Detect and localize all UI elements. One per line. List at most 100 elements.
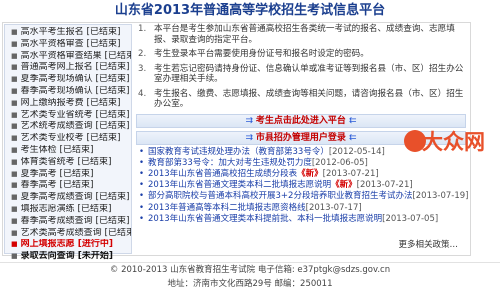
bullet-icon: • xyxy=(139,146,145,157)
square-bullet-icon: ■ xyxy=(11,110,18,119)
square-bullet-icon: ■ xyxy=(11,193,18,202)
square-bullet-icon: ■ xyxy=(11,181,18,190)
sidebar-item-label: 艺术类专业省统考 [已结束] xyxy=(20,109,130,120)
page-title: 山东省2013年普通高等学校招生考试信息平台 xyxy=(114,3,386,18)
sidebar-item[interactable]: ■ 填报志愿演练 [已结束] xyxy=(5,204,131,216)
note-text: 本平台是考生参加山东省普通高校招生各类统一考试的报名、成绩查询、志愿填报、录取查… xyxy=(154,24,455,45)
sidebar-item-label: 春季高考现场确认 [已结束] xyxy=(20,85,130,96)
note-item: 4. 考生报名、缴费、志愿填报、成绩查询等相关问题，请咨询报名县（市、区）招生办公… xyxy=(136,89,466,110)
bullet-icon: • xyxy=(139,191,145,202)
sidebar-item[interactable]: ■ 普通高考网上报名 [已结束] xyxy=(5,62,131,74)
square-bullet-icon: ■ xyxy=(11,98,18,107)
sidebar-item[interactable]: ■ 夏季高考成绩查询 [已结束] xyxy=(5,192,131,204)
note-number: 4. xyxy=(138,88,147,99)
note-item: 1. 本平台是考生参加山东省普通高校招生各类统一考试的报名、成绩查询、志愿填报、录… xyxy=(136,24,466,45)
note-number: 2. xyxy=(138,49,147,59)
news-date: [2012-05-14] xyxy=(328,146,385,157)
square-bullet-icon: ■ xyxy=(11,169,18,178)
sidebar-item-label: 夏季高考现场确认 [已结束] xyxy=(20,74,130,85)
note-text: 考生若忘记密码请持身份证、信息确认单或准考证等到报名县（市、区）招生办公室办理相… xyxy=(154,63,464,85)
news-item[interactable]: • 2013年山东省普通文理类本科提前批、本科一批填报志愿说明[2013-07-0… xyxy=(136,214,466,225)
sidebar-item-label: 高水平资格审查 [已结束] xyxy=(20,38,121,49)
sidebar-item[interactable]: ■ 网上填报志愿 [进行中] xyxy=(5,239,131,251)
note-text: 考生登录本平台需要使用身份证号和报名时设定的密码。 xyxy=(154,49,369,59)
sidebar-item[interactable]: ■ 网上缴纳报考费 [已结束] xyxy=(5,98,131,110)
news-item[interactable]: • 2013年普通高等本科二批填报志愿资格线[2013-07-17] xyxy=(136,203,466,214)
news-title: 2013年山东省普通文理类本科提前批、本科一批填报志愿说明 xyxy=(148,213,383,224)
notes-list: 1. 本平台是考生参加山东省普通高校招生各类统一考试的报名、成绩查询、志愿填报、录… xyxy=(136,24,466,110)
sidebar-item-label: 录取去向查询 [未开始] xyxy=(20,251,113,262)
sidebar-item-label: 夏季高考 [已结束] xyxy=(20,168,94,179)
sidebar-item-label: 网上填报志愿 [进行中] xyxy=(20,239,113,250)
admin-entry-label: 市县招办管理用户登录 xyxy=(255,132,346,143)
sidebar-item[interactable]: ■ 艺术类专业省统考 [已结束] xyxy=(5,110,131,122)
news-title: 2013年普通高等本科二批填报志愿资格线 xyxy=(148,202,306,213)
new-badge: 《新》 xyxy=(297,168,323,179)
sidebar-item[interactable]: ■ 高水平资格审查结果 [已结束] xyxy=(5,51,131,63)
sidebar-item[interactable]: ■ 夏季高考 [已结束] xyxy=(5,169,131,181)
news-date: [2013-07-17] xyxy=(305,202,362,213)
square-bullet-icon: ■ xyxy=(11,204,18,213)
sidebar-item-label: 体育类省统考 [已结束] xyxy=(20,156,112,167)
news-title: 2013年山东省普通文理类本科二批填报志愿说明 xyxy=(148,180,332,191)
square-bullet-icon: ■ xyxy=(11,240,18,249)
note-item: 3. 考生若忘记密码请持身份证、信息确认单或准考证等到报名县（市、区）招生办公室办… xyxy=(136,64,466,85)
sidebar-item[interactable]: ■ 夏季高考现场确认 [已结束] xyxy=(5,74,131,86)
sidebar-item[interactable]: ■ 艺术类高考成绩查询 [已结束] xyxy=(5,228,131,240)
sidebar-item[interactable]: ■ 高水平考生报名 [已结束] xyxy=(5,27,131,39)
square-bullet-icon: ■ xyxy=(11,157,18,166)
news-date: [2013-07-19] xyxy=(412,191,469,202)
double-arrow-right-icon: ⇉ xyxy=(245,115,256,126)
square-bullet-icon: ■ xyxy=(11,39,18,48)
sidebar-item-label: 网上缴纳报考费 [已结束] xyxy=(20,97,121,108)
square-bullet-icon: ■ xyxy=(11,145,18,154)
logo-text: 大众网 xyxy=(422,129,485,154)
footer: © 2010-2013 山东省教育招生考试院 电子信箱: e37ptgk@sdz… xyxy=(0,262,500,297)
square-bullet-icon: ■ xyxy=(11,134,18,143)
bullet-icon: • xyxy=(139,180,145,191)
news-title: 国家教育考试违规处理办法（教育部第33号令） xyxy=(148,146,329,157)
sidebar-item-label: 春季高考成绩查询 [已结束] xyxy=(20,215,130,226)
note-item: 2. 考生登录本平台需要使用身份证号和报名时设定的密码。 xyxy=(136,49,466,60)
sidebar-item-label: 春季高考 [已结束] xyxy=(20,180,94,191)
footer-copyright: © 2010-2013 山东省教育招生考试院 电子信箱: e37ptgk@sdz… xyxy=(109,265,391,275)
news-date: [2013-07-05] xyxy=(382,213,439,224)
sidebar-item-label: 高水平考生报名 [已结束] xyxy=(20,27,121,37)
square-bullet-icon: ■ xyxy=(11,228,18,237)
sidebar-item[interactable]: ■ 春季高考现场确认 [已结束] xyxy=(5,86,131,98)
sidebar-item[interactable]: ■ 春季高考 [已结束] xyxy=(5,180,131,192)
sidebar-item[interactable]: ■ 高水平资格审查 [已结束] xyxy=(5,39,131,51)
sidebar-item[interactable]: ■ 春季高考成绩查询 [已结束] xyxy=(5,216,131,228)
bullet-icon: • xyxy=(139,202,145,213)
footer-address: 地址：济南市文化西路29号 邮编：250011 xyxy=(167,279,333,289)
square-bullet-icon: ■ xyxy=(11,75,18,84)
sidebar-item-label: 艺术类专业校考 [已结束] xyxy=(20,133,121,144)
double-arrow-right-icon: ⇉ xyxy=(245,132,256,143)
news-date: [2013-07-21] xyxy=(322,168,379,179)
news-date: [2012-06-05] xyxy=(311,157,368,168)
bullet-icon: • xyxy=(139,157,145,168)
square-bullet-icon: ■ xyxy=(11,252,18,261)
square-bullet-icon: ■ xyxy=(11,63,18,72)
note-number: 1. xyxy=(138,24,147,34)
sidebar-item-label: 艺术类高考成绩查询 [已结束] xyxy=(20,227,131,238)
square-bullet-icon: ■ xyxy=(11,51,18,60)
square-bullet-icon: ■ xyxy=(11,122,18,131)
double-arrow-left-icon: ⇇ xyxy=(349,115,357,126)
sidebar-item-label: 考生体检 [已结束] xyxy=(20,144,94,155)
sidebar-list: ■ 高水平考生报名 [已结束] ■ 高水平资格审查 [已结束] ■ 高水平资格审查结果 [… xyxy=(5,25,131,263)
dazhong-logo: 大众网 xyxy=(400,112,494,184)
sidebar-item[interactable]: ■ 体育类省统考 [已结束] xyxy=(5,157,131,169)
more-policies-link[interactable]: 更多相关政策… xyxy=(398,238,458,250)
sidebar-item-label: 普通高考网上报名 [已结束] xyxy=(20,62,130,73)
square-bullet-icon: ■ xyxy=(11,216,18,225)
sidebar-item[interactable]: ■ 艺术统考成绩查询 [已结束] xyxy=(5,121,131,133)
bullet-icon: • xyxy=(139,168,145,179)
double-arrow-left-icon: ⇇ xyxy=(349,132,357,143)
sidebar-item[interactable]: ■ 艺术类专业校考 [已结束] xyxy=(5,133,131,145)
sidebar-item[interactable]: ■ 考生体检 [已结束] xyxy=(5,145,131,157)
news-title: 教育部第33号令：加大对考生违规处罚力度 xyxy=(148,157,312,168)
sidebar-item-label: 高水平资格审查结果 [已结束] xyxy=(20,50,131,61)
news-item[interactable]: • 部分高职院校与普通本科高校开展3+2分段培养职业教育招生考试办法[2013-0… xyxy=(136,191,469,202)
new-badge: 《新》 xyxy=(331,180,357,191)
